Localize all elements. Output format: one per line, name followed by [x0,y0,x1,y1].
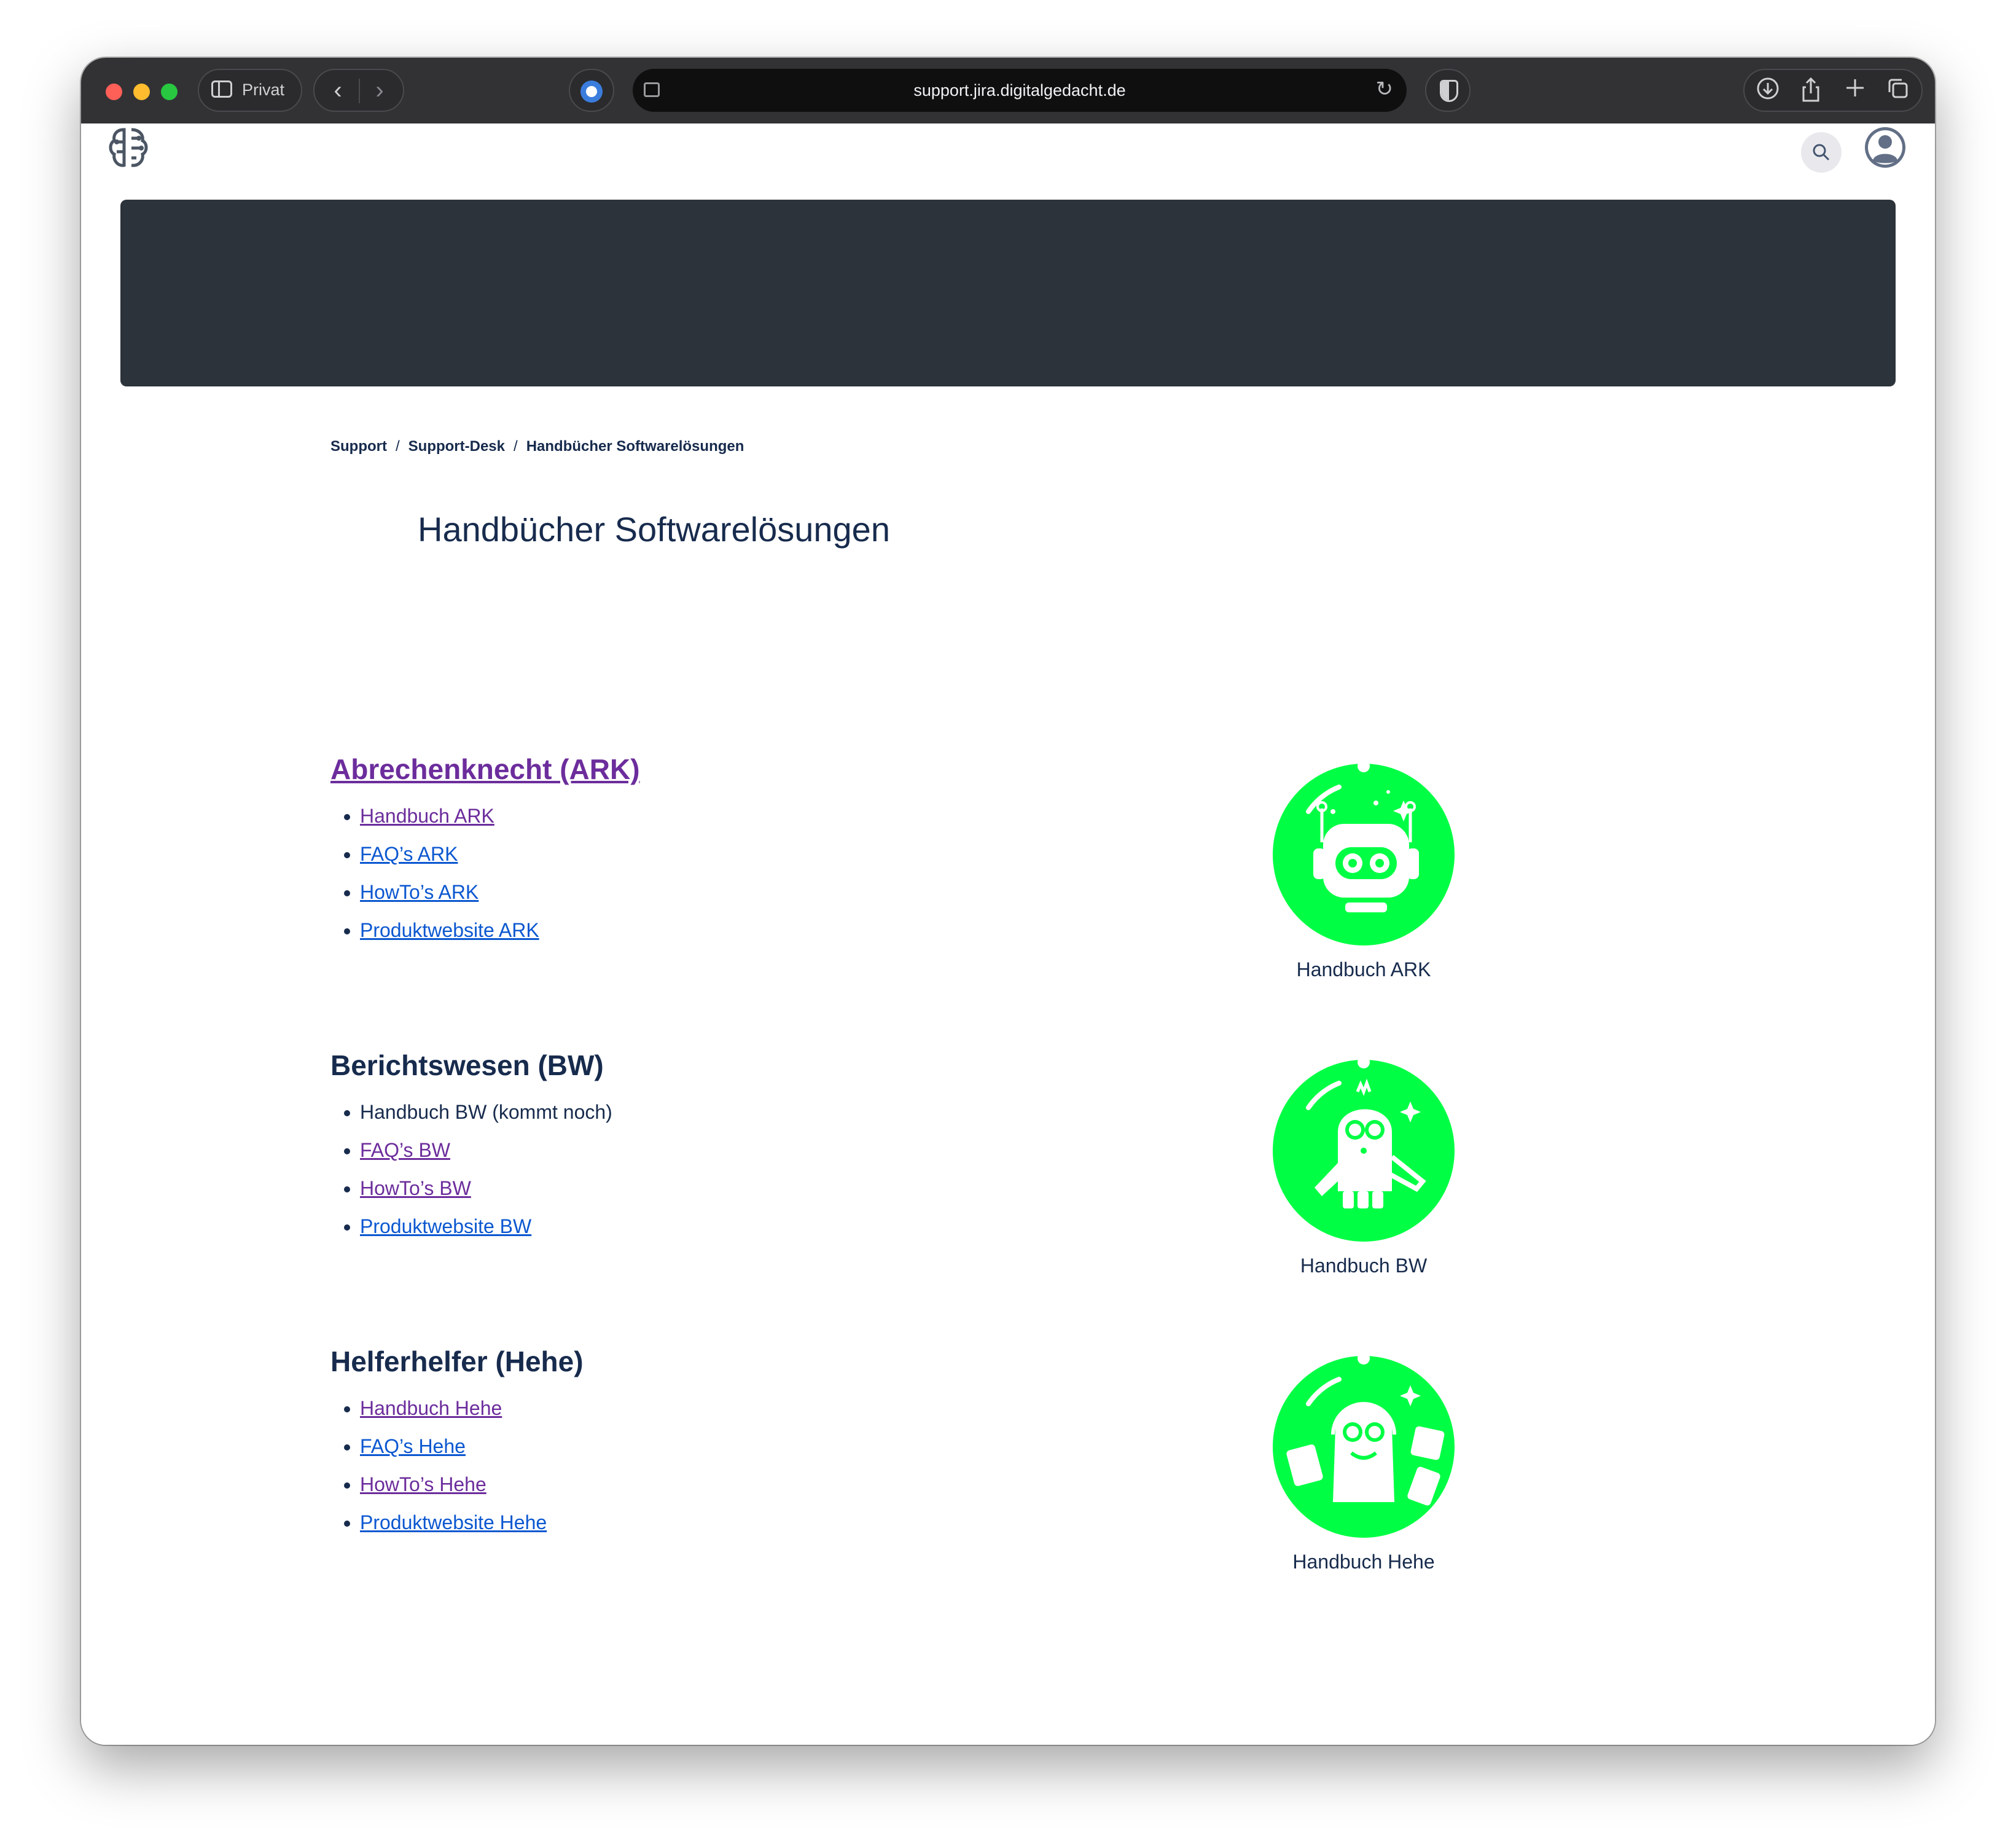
link-handbuch-ark[interactable]: Handbuch ARK [360,805,494,827]
link-produktwebsite-ark[interactable]: Produktwebsite ARK [360,919,539,941]
breadcrumb-support[interactable]: Support [330,438,387,455]
section-title-bw: Berichtswesen (BW) [330,1049,604,1081]
browser-window: Privat ‹ › support.jira.digitalgedacht.d… [81,58,1935,1745]
mascot-caption-hehe[interactable]: Handbuch Hehe [1272,1551,1456,1573]
search-icon [1813,144,1830,161]
browser-toolbar: Privat ‹ › support.jira.digitalgedacht.d… [81,58,1935,125]
nav-separator [359,79,360,103]
privacy-button[interactable] [1425,69,1471,112]
mascot-caption-bw[interactable]: Handbuch BW [1272,1255,1456,1277]
link-howto-ark[interactable]: HowTo’s ARK [360,881,479,903]
link-faq-ark[interactable]: FAQ’s ARK [360,843,458,865]
monster-mascot-icon [1273,1056,1455,1242]
download-icon[interactable] [1749,76,1786,107]
robot-mascot-icon [1273,760,1455,946]
shield-icon [1440,80,1458,102]
header-banner [120,200,1896,386]
section-title-hehe: Helferhelfer (Hehe) [330,1345,584,1377]
zoom-window-button[interactable] [161,84,178,100]
link-produktwebsite-bw[interactable]: Produktwebsite BW [360,1215,531,1237]
breadcrumb-current-page[interactable]: Handbücher Softwarelösungen [526,438,744,455]
list-item: Produktwebsite BW [360,1207,1068,1245]
list-item: HowTo’s Hehe [360,1465,1068,1503]
toolbar-actions [1743,69,1923,112]
minimize-window-button[interactable] [133,84,150,100]
tabs-overview-icon[interactable] [1880,76,1916,107]
private-window-label: Privat [242,80,285,99]
section-title-link-ark[interactable]: Abrechenknecht (ARK) [330,753,640,785]
link-list-ark: Handbuch ARK FAQ’s ARK HowTo’s ARK Produ… [330,797,1068,949]
page-content: Support / Support-Desk / Handbücher Software… [81,123,1935,1745]
list-item: Handbuch BW (kommt noch) [360,1093,1068,1131]
link-list-hehe: Handbuch Hehe FAQ’s Hehe HowTo’s Hehe Pr… [330,1389,1068,1541]
new-tab-icon[interactable] [1837,76,1873,107]
mascot-card-bw[interactable]: Handbuch BW [1272,1056,1456,1277]
section-bw: Berichtswesen (BW) Handbuch BW (kommt no… [330,1049,1068,1245]
link-faq-hehe[interactable]: FAQ’s Hehe [360,1435,466,1457]
search-button[interactable] [1801,132,1842,173]
address-bar[interactable]: support.jira.digitalgedacht.de ↻ [633,69,1407,112]
list-item: HowTo’s BW [360,1169,1068,1207]
list-item: HowTo’s ARK [360,873,1068,911]
section-ark: Abrechenknecht (ARK) Handbuch ARK FAQ’s … [330,753,1068,949]
section-title-ark: Abrechenknecht (ARK) [330,753,1068,786]
breadcrumb: Support / Support-Desk / Handbücher Software… [330,438,744,455]
breadcrumb-separator: / [395,438,400,455]
sidebar-toggle-button[interactable]: Privat [198,69,302,112]
navigation-buttons: ‹ › [313,69,404,112]
close-window-button[interactable] [106,84,122,100]
link-handbuch-hehe[interactable]: Handbuch Hehe [360,1397,502,1419]
list-item: Handbuch Hehe [360,1389,1068,1427]
list-item: FAQ’s ARK [360,835,1068,873]
link-howto-bw[interactable]: HowTo’s BW [360,1177,471,1199]
list-item: Produktwebsite Hehe [360,1503,1068,1541]
reload-icon[interactable]: ↻ [1376,77,1394,101]
extension-icon [580,80,603,103]
link-produktwebsite-hehe[interactable]: Produktwebsite Hehe [360,1511,547,1533]
link-faq-bw[interactable]: FAQ’s BW [360,1139,450,1161]
share-icon[interactable] [1792,76,1829,107]
list-item: FAQ’s BW [360,1131,1068,1169]
breadcrumb-support-desk[interactable]: Support-Desk [408,438,505,455]
list-item: FAQ’s Hehe [360,1427,1068,1465]
brain-circuit-logo-icon[interactable] [106,123,155,173]
extension-button[interactable] [569,69,614,112]
breadcrumb-separator: / [514,438,518,455]
mascot-caption-ark[interactable]: Handbuch ARK [1272,958,1456,981]
link-howto-hehe[interactable]: HowTo’s Hehe [360,1473,486,1495]
mascot-card-hehe[interactable]: Handbuch Hehe [1272,1352,1456,1573]
list-item: Produktwebsite ARK [360,911,1068,949]
list-item: Handbuch ARK [360,797,1068,835]
link-list-bw: Handbuch BW (kommt noch) FAQ’s BW HowTo’… [330,1093,1068,1245]
back-icon[interactable]: ‹ [319,74,356,107]
page-title: Handbücher Softwarelösungen [418,510,890,549]
text-handbuch-bw: Handbuch BW (kommt noch) [360,1101,612,1123]
helper-mascot-icon [1273,1352,1455,1538]
url-text[interactable]: support.jira.digitalgedacht.de [633,81,1407,100]
section-hehe: Helferhelfer (Hehe) Handbuch Hehe FAQ’s … [330,1345,1068,1541]
user-avatar-icon[interactable] [1865,127,1905,168]
mascot-card-ark[interactable]: Handbuch ARK [1272,760,1456,981]
sidebar-icon [211,80,232,98]
forward-icon[interactable]: › [361,74,398,107]
